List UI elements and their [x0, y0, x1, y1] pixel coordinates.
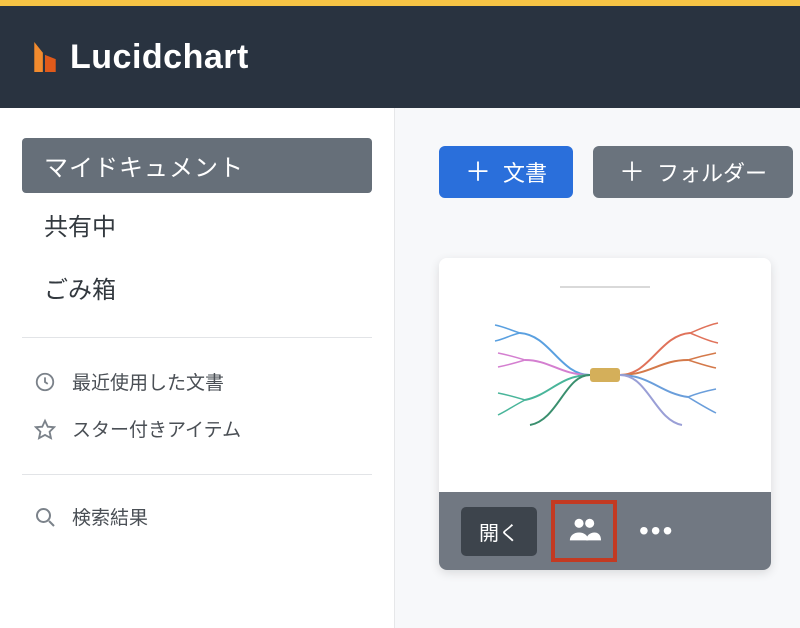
- sidebar-item-shared[interactable]: 共有中: [22, 193, 372, 256]
- star-icon: [32, 416, 58, 442]
- sidebar-item-search-results[interactable]: 検索結果: [0, 493, 394, 540]
- sidebar: マイドキュメント 共有中 ごみ箱 最近使用した文書: [0, 108, 395, 628]
- new-folder-button[interactable]: ＋ フォルダー: [593, 146, 793, 198]
- app-header: Lucidchart: [0, 6, 800, 108]
- button-label: 開く: [479, 523, 519, 545]
- ellipsis-icon: •••: [639, 515, 674, 546]
- share-button[interactable]: [551, 500, 617, 562]
- sidebar-item-label: 検索結果: [72, 503, 148, 530]
- document-card-toolbar: 開く •••: [439, 492, 771, 570]
- search-icon: [32, 504, 58, 530]
- action-buttons-row: ＋ 文書 ＋ フォルダー: [439, 146, 800, 198]
- sidebar-item-trash[interactable]: ごみ箱: [22, 256, 372, 319]
- plus-icon: ＋: [619, 159, 645, 185]
- brand-logo[interactable]: Lucidchart: [30, 38, 249, 77]
- mindmap-icon: [470, 305, 740, 445]
- sidebar-item-label: ごみ箱: [44, 277, 116, 304]
- button-label: フォルダー: [657, 156, 767, 188]
- plus-icon: ＋: [465, 159, 491, 185]
- thumbnail-subline: [560, 286, 650, 288]
- document-card[interactable]: 開く •••: [439, 258, 771, 570]
- divider: [22, 474, 372, 475]
- clock-icon: [32, 369, 58, 395]
- sidebar-item-my-documents[interactable]: マイドキュメント: [22, 138, 372, 193]
- sidebar-item-label: スター付きアイテム: [72, 415, 241, 442]
- sidebar-item-recent[interactable]: 最近使用した文書: [22, 358, 372, 405]
- divider: [22, 337, 372, 338]
- lucidchart-logo-icon: [30, 40, 60, 74]
- button-label: 文書: [503, 156, 547, 188]
- sidebar-item-label: 最近使用した文書: [72, 368, 224, 395]
- document-thumbnail: [439, 258, 771, 492]
- sidebar-item-starred[interactable]: スター付きアイテム: [22, 405, 372, 452]
- open-document-button[interactable]: 開く: [461, 507, 537, 556]
- sidebar-item-label: マイドキュメント: [44, 155, 244, 182]
- people-icon: [567, 512, 601, 551]
- brand-name: Lucidchart: [70, 38, 249, 77]
- more-options-button[interactable]: •••: [631, 507, 682, 555]
- new-document-button[interactable]: ＋ 文書: [439, 146, 573, 198]
- sidebar-item-label: 共有中: [44, 214, 116, 241]
- main-content: ＋ 文書 ＋ フォルダー: [395, 108, 800, 628]
- thumbnail-heading-placeholder: [439, 274, 771, 283]
